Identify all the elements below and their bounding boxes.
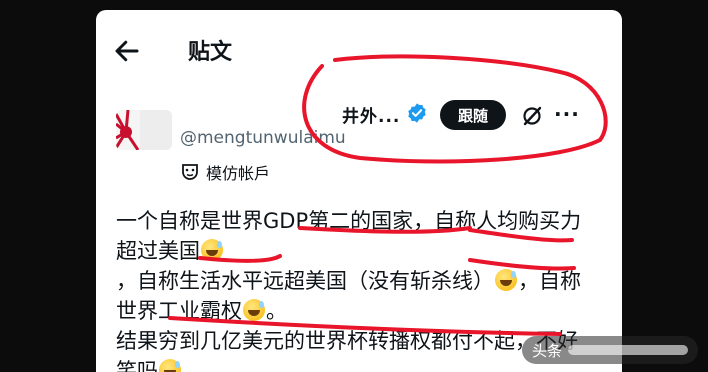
grin-sweat-emoji-icon <box>243 299 265 321</box>
post-card: 贴文 井外... 跟随 ··· @mengtunwulaimu 模仿帐戶 一个自… <box>96 10 622 372</box>
parody-account-label: 模仿帐戶 <box>206 164 271 183</box>
more-icon[interactable]: ··· <box>554 102 580 126</box>
grin-sweat-emoji-icon <box>495 269 517 291</box>
grok-icon[interactable] <box>520 104 544 128</box>
grin-sweat-emoji-icon <box>201 239 223 261</box>
rising-sun-avatar-icon <box>116 110 172 150</box>
watermark-text: 头条 <box>531 341 562 360</box>
tweet-segment: 结果穷到几亿美元的世界杯转播权都付不起，不好笑吗 <box>116 329 578 372</box>
page-title: 贴文 <box>188 40 233 65</box>
tweet-segment: ，自称生活水平远超美国（没有斩杀线） <box>116 269 494 293</box>
back-arrow-icon[interactable] <box>112 36 142 66</box>
watermark-blur <box>568 345 688 355</box>
watermark: 头条 <box>521 336 698 364</box>
avatar[interactable] <box>116 110 172 150</box>
parody-account-badge: 模仿帐戶 <box>180 160 270 184</box>
verified-badge-icon <box>408 103 426 123</box>
author-handle[interactable]: @mengtunwulaimu <box>180 128 346 148</box>
tweet-segment: 。 <box>266 299 287 323</box>
author-display-name[interactable]: 井外... <box>342 102 400 127</box>
parody-mask-icon <box>182 164 198 180</box>
follow-button[interactable]: 跟随 <box>440 100 506 130</box>
top-bar: 贴文 <box>96 10 622 90</box>
grin-sweat-emoji-icon <box>159 359 181 372</box>
tweet-segment: 一个自称是世界GDP第二的国家，自称人均购买力超过美国 <box>116 209 582 263</box>
